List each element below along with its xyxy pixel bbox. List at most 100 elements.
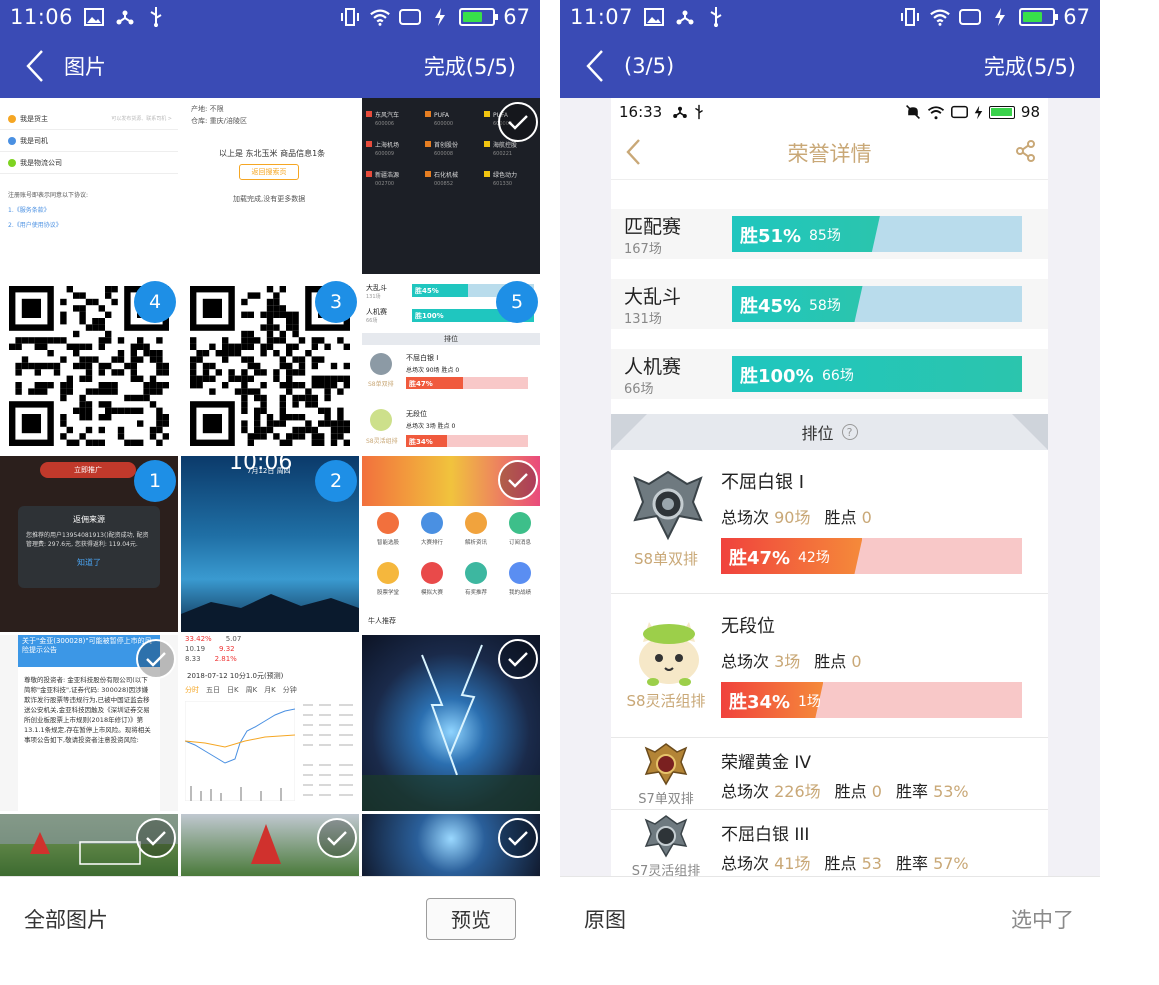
- thumbnail[interactable]: 立即推广 返佣来源 您推荐的用户13954081913()配资成功, 配资管理费…: [0, 456, 178, 632]
- thumbnail[interactable]: 产地: 不限 仓库: 重庆/涪陵区 以上是 东北玉米 商品信息1条 返回搜索页 …: [181, 98, 359, 274]
- checkmark-icon[interactable]: [136, 818, 176, 858]
- stock-item: 首创股份 600008: [425, 132, 481, 158]
- stock-item: 石化机械 000852: [425, 162, 481, 188]
- selection-badge[interactable]: 5: [496, 281, 538, 323]
- back-arrow-icon: [26, 50, 43, 82]
- back-button[interactable]: [572, 34, 618, 98]
- app-shortcut: 解析资讯: [456, 512, 496, 546]
- preview-title-bar: 荣誉详情: [611, 126, 1048, 180]
- win-games-label: 85场: [809, 228, 841, 244]
- checkmark-icon[interactable]: [136, 639, 176, 679]
- stock-item: PUFA 600000: [425, 102, 481, 128]
- thumbnail[interactable]: 东风汽车 600006 PUFA 600000 PUFA 600000 上海机场 600009…: [362, 98, 540, 274]
- vibrate-icon: [899, 6, 921, 28]
- stock-item: 上海机场 600009: [366, 132, 422, 158]
- done-button[interactable]: 完成(5/5): [424, 51, 516, 81]
- share-icon: [1016, 140, 1035, 162]
- selection-badge[interactable]: 3: [315, 281, 357, 323]
- rank-row: S7单双排 荣耀黄金 IV 总场次 226场 胜点 0 胜率 53%: [611, 738, 1048, 810]
- mode-name: 大乱斗: [624, 286, 682, 308]
- page-title: 图片: [64, 55, 106, 79]
- thumbnail[interactable]: [362, 814, 540, 876]
- win-games-label: 1场: [798, 694, 821, 710]
- album-selector[interactable]: 全部图片: [24, 904, 108, 934]
- title-bar: 图片 完成(5/5): [0, 34, 540, 98]
- win-rate-bar: 胜34% 1场: [721, 682, 1022, 718]
- chart-tab: 月K: [264, 686, 276, 694]
- wifi-icon: [369, 6, 391, 28]
- preview-button[interactable]: 预览: [426, 897, 516, 940]
- app-shortcut: 模拟大赛: [412, 562, 452, 596]
- preview-status-bar: 16:33 98: [619, 103, 1040, 121]
- thumbnail[interactable]: 4: [0, 277, 178, 453]
- done-button[interactable]: 完成(5/5): [984, 51, 1076, 81]
- checkmark-icon[interactable]: [498, 102, 538, 142]
- rank-row: S8灵活组排 无段位 总场次 3场 胜点 0 胜34% 1场: [611, 594, 1048, 738]
- thumbnail[interactable]: [181, 814, 359, 876]
- thumbnail[interactable]: [0, 814, 178, 876]
- rank-stats: 总场次 90场 胜点 0: [721, 508, 872, 527]
- mode-count: 131场: [624, 312, 662, 327]
- win-rate-bar: 胜45% 58场: [732, 286, 1022, 322]
- thumbnail[interactable]: 关于"金亚(300028)"可能被暂停上市的风险提示公告 尊敬的投资者: 金亚科…: [0, 635, 178, 811]
- app-icon: [421, 512, 443, 534]
- battery-icon: [988, 105, 1015, 119]
- battery-icon: [1019, 8, 1059, 26]
- status-time: 11:07: [570, 5, 634, 29]
- rank-section-header: 排位 ?: [611, 414, 1048, 450]
- chart-tab: 分钟: [282, 686, 297, 694]
- app-icon: [421, 562, 443, 584]
- win-rate-label: 胜100%: [740, 366, 814, 387]
- mode-name: 匹配赛: [624, 216, 682, 238]
- thumbnail[interactable]: 3: [181, 277, 359, 453]
- screen-icon: [950, 105, 968, 119]
- rank-title: 不屈白银 III: [721, 825, 810, 845]
- thumbnail[interactable]: 10:06 7月12日 周四 2: [181, 456, 359, 632]
- original-image-toggle[interactable]: 原图: [584, 904, 626, 934]
- selection-badge[interactable]: 4: [134, 281, 176, 323]
- image-preview[interactable]: 16:33 98 荣誉详情 匹配赛 167场 胜51% 85场大乱斗 131场 …: [611, 98, 1048, 876]
- search-return-button: 返回搜索页: [239, 164, 299, 180]
- select-toggle[interactable]: 选中了: [1011, 904, 1074, 934]
- page-counter: (3/5): [624, 54, 675, 78]
- bottom-bar: 全部图片 预览: [0, 876, 540, 960]
- checkmark-icon[interactable]: [498, 639, 538, 679]
- battery-level: 67: [503, 5, 530, 29]
- win-rate-label: 胜34%: [729, 692, 791, 713]
- selection-badge[interactable]: 1: [134, 460, 176, 502]
- silver-emblem-icon: [370, 353, 392, 375]
- app-icon: [509, 512, 531, 534]
- charging-icon: [989, 6, 1011, 28]
- app-icon: [377, 562, 399, 584]
- rank-title: 无段位: [721, 616, 775, 637]
- game-mode-row: 人机赛 66场 胜100% 66场: [611, 342, 1048, 412]
- screen-icon: [399, 6, 422, 28]
- thumbnail[interactable]: 智能选股 大赛排行 解析资讯 订阅消息 股票学堂 模拟大赛 有奖推荐 我的战绩 牛人推荐: [362, 456, 540, 632]
- list-item: 我是司机: [0, 130, 178, 152]
- share-notification-icon: [674, 6, 696, 28]
- mode-name: 人机赛: [624, 356, 682, 378]
- battery-level: 67: [1063, 5, 1090, 29]
- status-bar: 11:06 67: [0, 0, 540, 34]
- rank-row: S7灵活组排 不屈白银 III 总场次 41场 胜点 53 胜率 57%: [611, 810, 1048, 876]
- checkmark-icon[interactable]: [498, 818, 538, 858]
- selection-badge[interactable]: 2: [315, 460, 357, 502]
- rank-stats: 总场次 226场 胜点 0 胜率 53%: [721, 782, 969, 801]
- checkmark-icon[interactable]: [317, 818, 357, 858]
- back-button[interactable]: [12, 34, 58, 98]
- thumbnail[interactable]: 33.42% 5.07 10.19 9.32 8.33 2.81% 2018-0…: [181, 635, 359, 811]
- thumbnail[interactable]: 我是货主 可以发布货源、联系司机 > 我是司机 我是物流公司 注册账号即表示同意…: [0, 98, 178, 274]
- usb-icon: [695, 104, 704, 120]
- share-notification-icon: [673, 106, 688, 118]
- rank-title: 不屈白银 I: [721, 472, 805, 493]
- silver-rank-emblem-icon: [644, 815, 688, 858]
- win-games-label: 66场: [822, 368, 854, 384]
- checkmark-icon[interactable]: [498, 460, 538, 500]
- thumbnail[interactable]: [362, 635, 540, 811]
- season-label: S8单双排: [633, 550, 699, 568]
- thumbnail[interactable]: 大乱斗 131场 胜45% 人机赛 66场 胜100% 排位 S8单双排 不屈白…: [362, 277, 540, 453]
- left-screen: 11:06 67 图片 完成(5/5) 我是货主 可以发布货源、联系司机 > 我…: [0, 0, 540, 960]
- usb-icon: [145, 6, 167, 28]
- game-mode-list: 匹配赛 167场 胜51% 85场 大乱斗 131场 胜45% 58场 人机赛 66场 胜100% 6…: [611, 202, 1048, 412]
- preview-page-title: 荣誉详情: [787, 141, 872, 166]
